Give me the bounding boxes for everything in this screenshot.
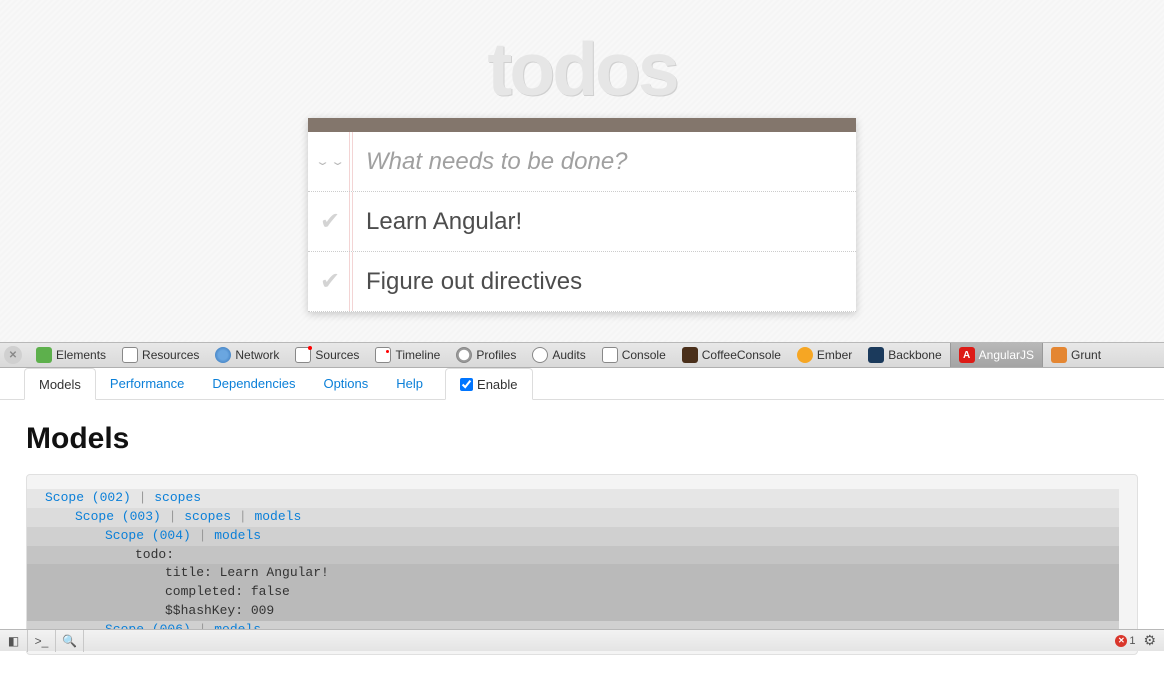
scope-line: Scope (004) | models xyxy=(27,527,1119,546)
devtools-tab-angularjs[interactable]: A AngularJS xyxy=(950,343,1043,367)
dock-toggle-button[interactable]: ◧ xyxy=(0,630,28,652)
code-text: todo: xyxy=(135,547,174,562)
scope-line: title: Learn Angular! xyxy=(27,564,1119,583)
scope-link[interactable]: Scope (004) xyxy=(105,528,191,543)
devtools-tab-console[interactable]: Console xyxy=(594,343,674,367)
scope-link[interactable]: scopes xyxy=(184,509,231,524)
enable-toggle[interactable]: Enable xyxy=(445,368,532,400)
enable-checkbox[interactable] xyxy=(460,378,473,391)
devtools-tabstrip: ✕ Elements Resources Network Sources Timelin… xyxy=(0,342,1164,368)
tab-label: Sources xyxy=(315,348,359,362)
tab-label: CoffeeConsole xyxy=(702,348,781,362)
tab-label: Grunt xyxy=(1071,348,1101,362)
todo-label[interactable]: Learn Angular! xyxy=(352,208,522,236)
scope-line: $$hashKey: 009 xyxy=(27,602,1119,621)
ember-icon xyxy=(797,347,813,363)
chevron-down-icon: ⌄⌄ xyxy=(315,155,345,168)
elements-icon xyxy=(36,347,52,363)
tab-label: Profiles xyxy=(476,348,516,362)
todo-checkbox[interactable]: ✔ xyxy=(308,267,352,296)
error-icon: ✕ xyxy=(1115,635,1127,647)
scope-line: Scope (002) | scopes xyxy=(27,489,1119,508)
checkmark-icon: ✔ xyxy=(320,267,340,296)
enable-label: Enable xyxy=(477,377,517,392)
scope-tree: Scope (002) | scopesScope (003) | scopes… xyxy=(26,474,1138,655)
devtools-tab-coffeeconsole[interactable]: CoffeeConsole xyxy=(674,343,789,367)
profiles-icon xyxy=(456,347,472,363)
code-text: | xyxy=(191,528,214,543)
coffeeconsole-icon xyxy=(682,347,698,363)
devtools-tab-backbone[interactable]: Backbone xyxy=(860,343,949,367)
devtools-statusbar: ◧ >_ 🔍 ✕ 1 ⚙ xyxy=(0,629,1164,651)
devtools-tab-timeline[interactable]: Timeline xyxy=(367,343,448,367)
subtab-help[interactable]: Help xyxy=(382,368,437,399)
code-text: completed: false xyxy=(165,584,290,599)
scope-link[interactable]: models xyxy=(254,509,301,524)
devtools-tab-resources[interactable]: Resources xyxy=(114,343,207,367)
devtools-tab-ember[interactable]: Ember xyxy=(789,343,860,367)
tab-label: Elements xyxy=(56,348,106,362)
scope-link[interactable]: Scope (002) xyxy=(45,490,131,505)
todo-checkbox[interactable]: ✔ xyxy=(308,207,352,236)
angular-subtabs: ModelsPerformanceDependenciesOptionsHelp… xyxy=(0,368,1164,400)
tab-label: Timeline xyxy=(395,348,440,362)
console-icon xyxy=(602,347,618,363)
angularjs-icon: A xyxy=(959,347,975,363)
todo-item: ✔ Figure out directives xyxy=(308,252,856,312)
devtools-tab-elements[interactable]: Elements xyxy=(28,343,114,367)
scope-line: completed: false xyxy=(27,583,1119,602)
search-button[interactable]: 🔍 xyxy=(56,630,84,652)
code-text: | xyxy=(231,509,254,524)
tab-label: Network xyxy=(235,348,279,362)
scope-line: todo: xyxy=(27,546,1119,565)
subtab-performance[interactable]: Performance xyxy=(96,368,198,399)
resources-icon xyxy=(122,347,138,363)
devtools-tab-sources[interactable]: Sources xyxy=(287,343,367,367)
settings-button[interactable]: ⚙ xyxy=(1143,632,1156,649)
subtab-models[interactable]: Models xyxy=(24,368,96,400)
tab-label: Backbone xyxy=(888,348,941,362)
app-viewport: todos ⌄⌄ ✔ Learn Angular! ✔ Figure out d… xyxy=(0,0,1164,342)
code-text: | xyxy=(131,490,154,505)
error-count[interactable]: ✕ 1 xyxy=(1115,635,1135,647)
timeline-icon xyxy=(375,347,391,363)
checkmark-icon: ✔ xyxy=(320,207,340,236)
tab-label: Audits xyxy=(552,348,585,362)
devtools-tab-profiles[interactable]: Profiles xyxy=(448,343,524,367)
todo-item: ✔ Learn Angular! xyxy=(308,192,856,252)
console-toggle-button[interactable]: >_ xyxy=(28,630,56,652)
close-devtools-button[interactable]: ✕ xyxy=(4,346,22,364)
scope-link[interactable]: scopes xyxy=(154,490,201,505)
tab-label: AngularJS xyxy=(979,348,1034,362)
todo-label[interactable]: Figure out directives xyxy=(352,268,582,296)
code-text: $$hashKey: 009 xyxy=(165,603,274,618)
new-todo-input[interactable] xyxy=(352,148,856,176)
subtab-dependencies[interactable]: Dependencies xyxy=(198,368,309,399)
scope-line: Scope (003) | scopes | models xyxy=(27,508,1119,527)
code-text: title: Learn Angular! xyxy=(165,565,329,580)
error-number: 1 xyxy=(1129,635,1135,647)
devtools-tab-network[interactable]: Network xyxy=(207,343,287,367)
sources-icon xyxy=(295,347,311,363)
tab-label: Console xyxy=(622,348,666,362)
audits-icon xyxy=(532,347,548,363)
app-title: todos xyxy=(0,0,1164,112)
backbone-icon xyxy=(868,347,884,363)
grunt-icon xyxy=(1051,347,1067,363)
tab-label: Ember xyxy=(817,348,852,362)
todo-card: ⌄⌄ ✔ Learn Angular! ✔ Figure out directi… xyxy=(308,118,856,312)
devtools-tab-grunt[interactable]: Grunt xyxy=(1043,343,1109,367)
new-todo-row: ⌄⌄ xyxy=(308,132,856,192)
toggle-all[interactable]: ⌄⌄ xyxy=(308,151,352,172)
tab-label: Resources xyxy=(142,348,199,362)
devtools-tab-audits[interactable]: Audits xyxy=(524,343,593,367)
panel-heading: Models xyxy=(26,422,1138,456)
network-icon xyxy=(215,347,231,363)
subtab-options[interactable]: Options xyxy=(309,368,382,399)
scope-link[interactable]: models xyxy=(214,528,261,543)
card-header-bar xyxy=(308,118,856,132)
scope-link[interactable]: Scope (003) xyxy=(75,509,161,524)
code-text: | xyxy=(161,509,184,524)
